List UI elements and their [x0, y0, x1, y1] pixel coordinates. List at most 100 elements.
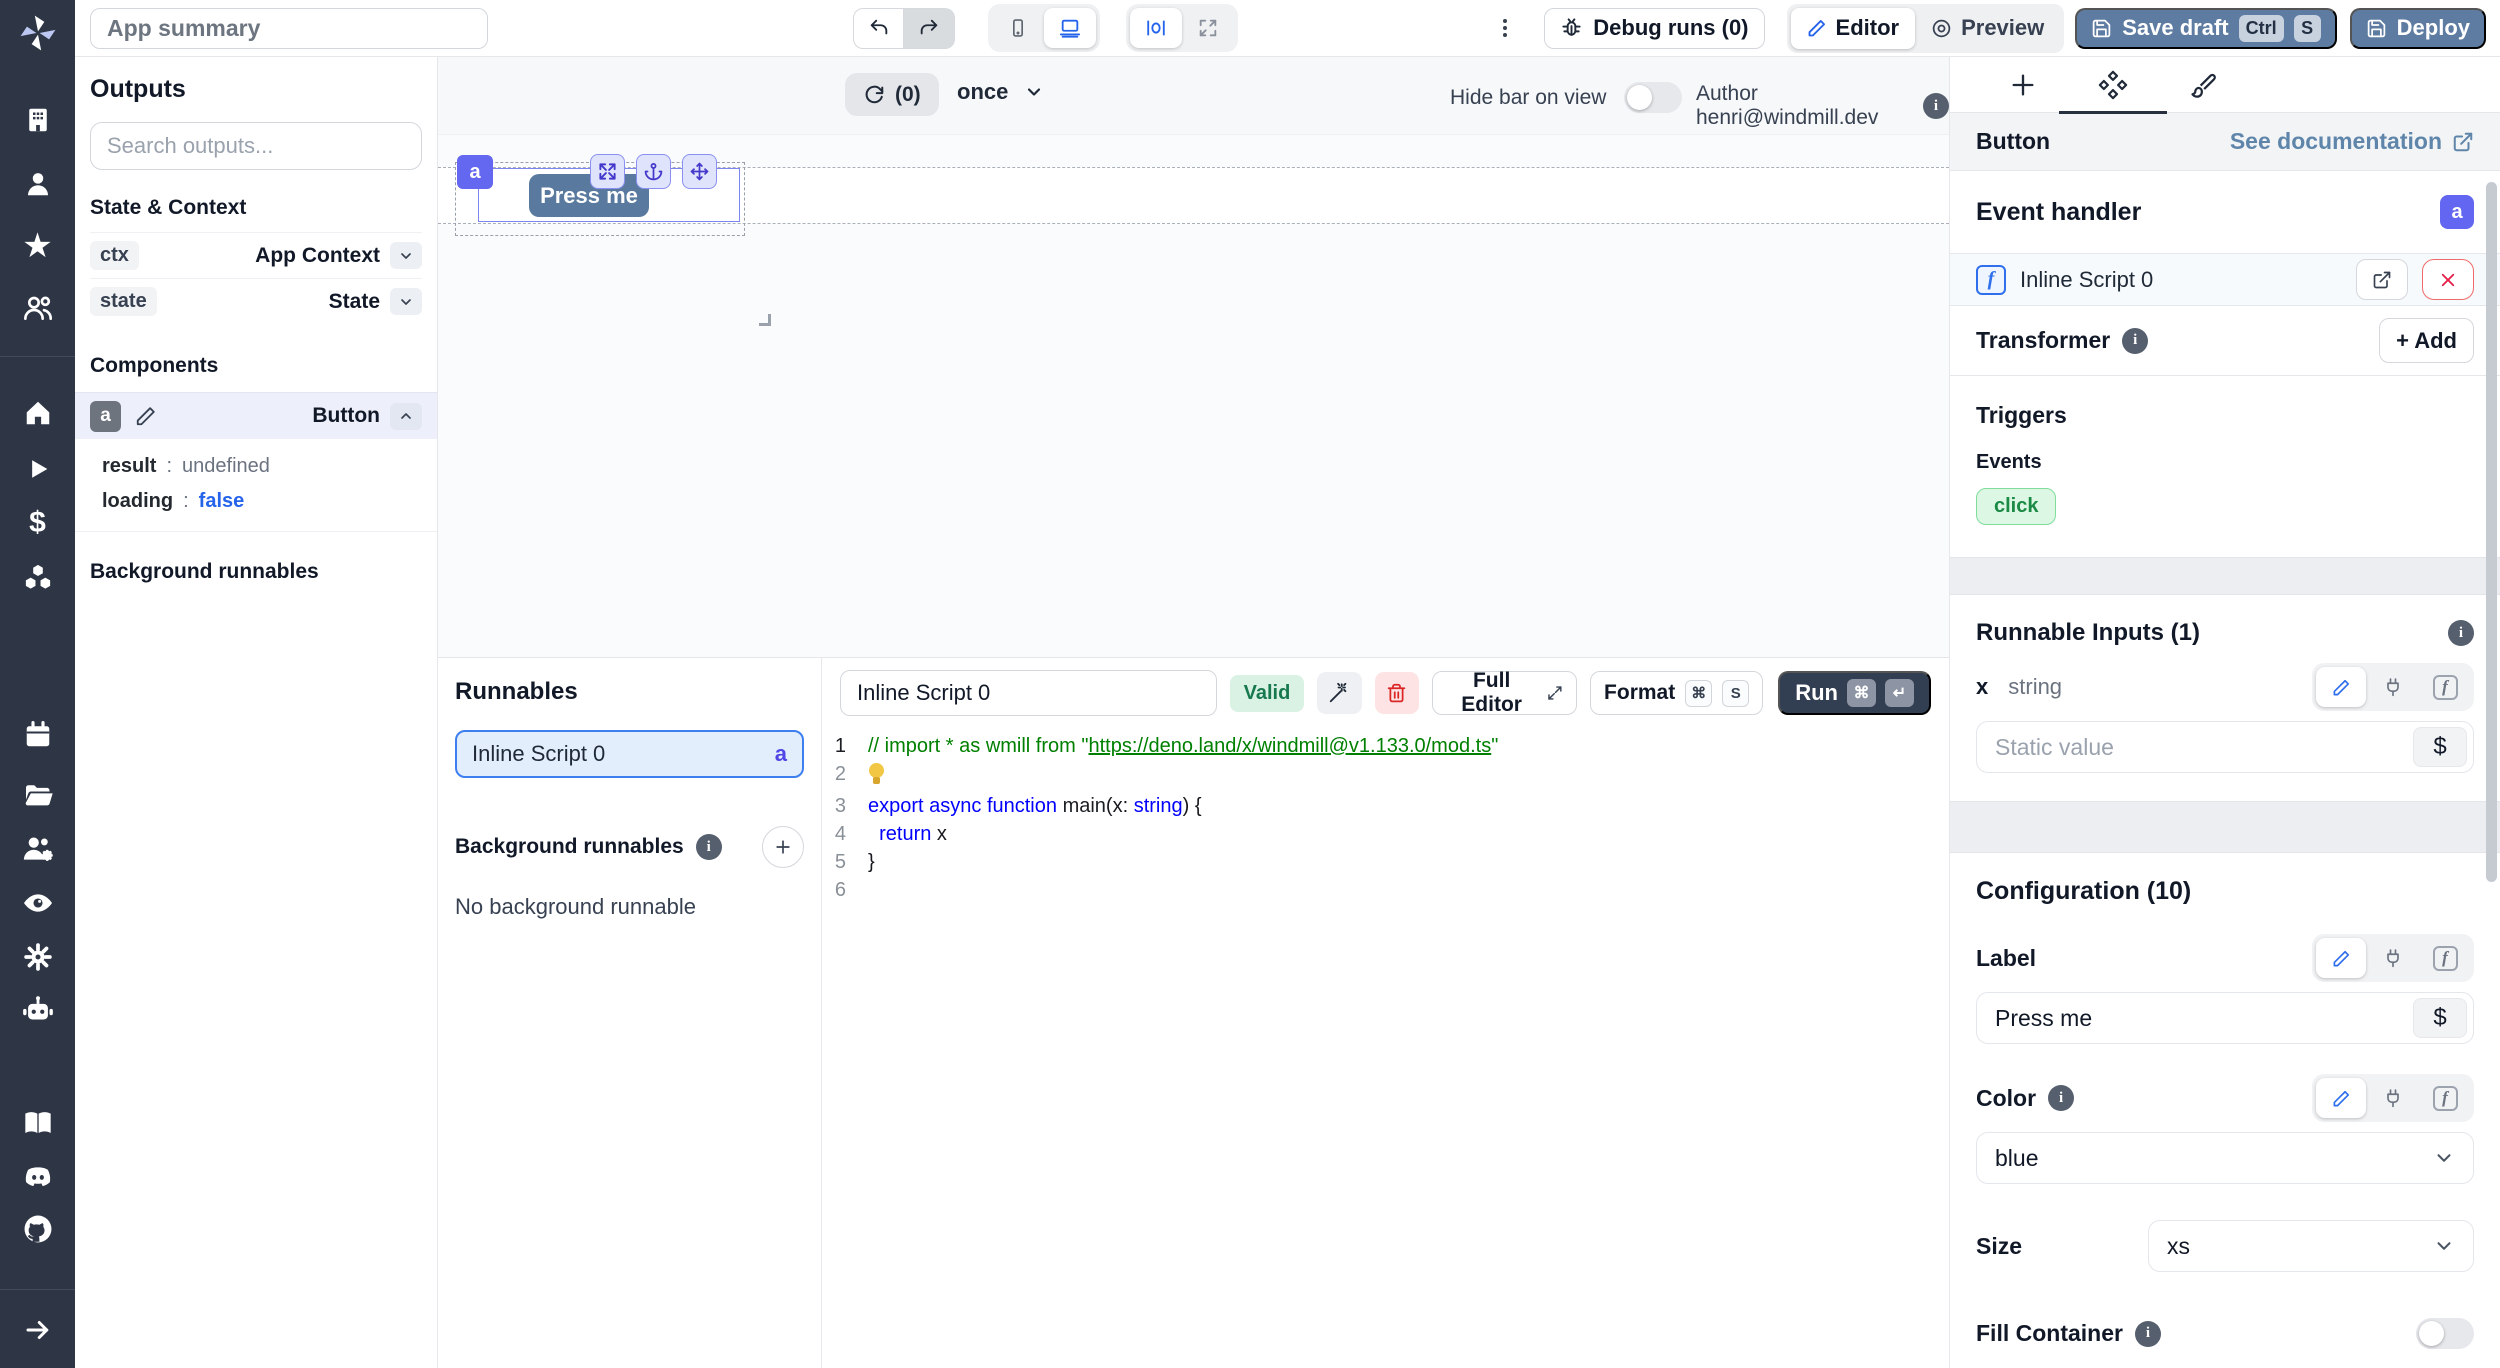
chevron-up-icon[interactable]: [390, 403, 422, 430]
redo-button[interactable]: [904, 8, 955, 49]
workspace-icon[interactable]: [18, 102, 58, 138]
preview-tab[interactable]: Preview: [1915, 8, 2060, 49]
eval-mode-button[interactable]: f: [2420, 1078, 2470, 1118]
tab-theme[interactable]: [2175, 57, 2231, 113]
info-icon[interactable]: i: [2448, 620, 2474, 646]
collapse-arrow-icon[interactable]: [18, 1312, 58, 1348]
app-canvas[interactable]: (0) once Hide bar on view Author henri@w…: [438, 57, 1949, 658]
tab-component-settings[interactable]: [2085, 57, 2141, 113]
windmill-logo-icon[interactable]: [15, 12, 61, 54]
info-icon[interactable]: i: [2122, 328, 2148, 354]
prop-result[interactable]: result : undefined: [90, 455, 422, 478]
expand-handle[interactable]: [590, 154, 625, 189]
code-line[interactable]: 6: [822, 876, 1949, 904]
github-icon[interactable]: [18, 1211, 58, 1247]
code-line[interactable]: 1// import * as wmill from "https://deno…: [822, 732, 1949, 760]
move-handle[interactable]: [682, 154, 717, 189]
run-button[interactable]: Run ⌘ ↵: [1778, 671, 1931, 715]
mobile-view-button[interactable]: [992, 8, 1044, 48]
size-select[interactable]: xs: [2148, 1220, 2474, 1272]
code-line[interactable]: 2: [822, 760, 1949, 792]
output-row-state[interactable]: state State: [90, 278, 422, 324]
run-mode-select[interactable]: once: [957, 79, 1044, 105]
eval-mode-button[interactable]: f: [2420, 938, 2470, 978]
resize-handle[interactable]: [759, 314, 771, 326]
pencil-icon[interactable]: [135, 405, 157, 427]
delete-script-button[interactable]: [1375, 672, 1419, 714]
undo-button[interactable]: [853, 8, 904, 49]
ai-wand-button[interactable]: [1317, 672, 1361, 714]
see-documentation-link[interactable]: See documentation: [2230, 128, 2474, 155]
chevron-down-icon[interactable]: [390, 288, 422, 315]
connect-mode-button[interactable]: [2368, 938, 2418, 978]
deploy-button[interactable]: Deploy: [2350, 8, 2486, 49]
connect-value-button[interactable]: $: [2413, 727, 2467, 767]
connect-mode-button[interactable]: [2368, 667, 2418, 707]
color-select[interactable]: blue: [1976, 1132, 2474, 1184]
editor-tab[interactable]: Editor: [1791, 8, 1916, 49]
code-area[interactable]: 1// import * as wmill from "https://deno…: [822, 732, 1949, 904]
info-icon[interactable]: i: [1923, 93, 1949, 119]
settings-gear-icon[interactable]: [18, 939, 58, 975]
eye-icon[interactable]: [18, 885, 58, 921]
groups-icon[interactable]: [18, 290, 58, 326]
output-row-ctx[interactable]: ctx App Context: [90, 232, 422, 278]
fill-container-toggle[interactable]: [2416, 1318, 2474, 1349]
docs-book-icon[interactable]: [18, 1105, 58, 1141]
label-value-input[interactable]: [1977, 1005, 2413, 1032]
code-line[interactable]: 4 return x: [822, 820, 1949, 848]
search-outputs-input[interactable]: [90, 122, 422, 170]
resources-icon[interactable]: [18, 559, 58, 595]
static-mode-button[interactable]: [2316, 1078, 2366, 1118]
component-tag-badge[interactable]: a: [457, 155, 493, 189]
scrollbar-thumb[interactable]: [2486, 182, 2497, 882]
format-button[interactable]: Format ⌘ S: [1590, 671, 1763, 715]
runs-icon[interactable]: [18, 451, 58, 487]
tab-insert-component[interactable]: [1995, 57, 2051, 113]
static-mode-button[interactable]: [2316, 667, 2366, 707]
open-script-button[interactable]: [2356, 259, 2408, 300]
anchor-handle[interactable]: [636, 154, 671, 189]
bot-icon[interactable]: [18, 993, 58, 1029]
discord-icon[interactable]: [18, 1159, 58, 1195]
eval-mode-button[interactable]: f: [2420, 667, 2470, 707]
script-name-input[interactable]: [840, 670, 1217, 716]
info-icon[interactable]: i: [2048, 1085, 2074, 1111]
event-click-pill[interactable]: click: [1976, 488, 2056, 525]
fullscreen-button[interactable]: [1182, 8, 1234, 48]
code-line[interactable]: 5}: [822, 848, 1949, 876]
connect-value-button[interactable]: $: [2413, 998, 2467, 1038]
info-icon[interactable]: i: [696, 834, 722, 860]
component-row-a[interactable]: a Button: [75, 392, 437, 439]
static-value-input[interactable]: [1977, 734, 2413, 761]
hide-bar-toggle[interactable]: [1624, 82, 1682, 113]
code-line[interactable]: 3export async function main(x: string) {: [822, 792, 1949, 820]
debug-runs-button[interactable]: Debug runs (0): [1544, 8, 1764, 49]
prop-loading[interactable]: loading : false: [90, 490, 422, 513]
full-editor-button[interactable]: Full Editor: [1432, 671, 1577, 715]
static-mode-button[interactable]: [2316, 938, 2366, 978]
inline-script-row[interactable]: f Inline Script 0: [1950, 253, 2500, 306]
desktop-view-button[interactable]: [1044, 8, 1096, 48]
add-background-runnable-button[interactable]: [762, 826, 804, 868]
folders-icon[interactable]: [18, 777, 58, 813]
center-align-button[interactable]: [1130, 8, 1182, 48]
home-icon[interactable]: [18, 395, 58, 431]
refresh-count-button[interactable]: (0): [845, 73, 939, 116]
users-settings-icon[interactable]: [18, 831, 58, 867]
connect-mode-button[interactable]: [2368, 1078, 2418, 1118]
run-mode-value: once: [957, 79, 1008, 105]
app-summary-input[interactable]: [90, 8, 488, 49]
more-menu-icon[interactable]: [1488, 16, 1522, 40]
user-icon[interactable]: [18, 166, 58, 202]
remove-script-button[interactable]: [2422, 259, 2474, 300]
add-transformer-button[interactable]: + Add: [2379, 318, 2474, 363]
favorites-icon[interactable]: ★: [18, 228, 58, 264]
info-icon[interactable]: i: [2135, 1321, 2161, 1347]
schedules-icon[interactable]: [18, 717, 58, 753]
chevron-down-icon[interactable]: [390, 242, 422, 269]
canvas-button[interactable]: Press me: [529, 174, 649, 217]
variables-icon[interactable]: $: [18, 505, 58, 541]
runnable-item[interactable]: Inline Script 0 a: [455, 730, 804, 778]
save-draft-button[interactable]: Save draft Ctrl S: [2075, 8, 2336, 49]
